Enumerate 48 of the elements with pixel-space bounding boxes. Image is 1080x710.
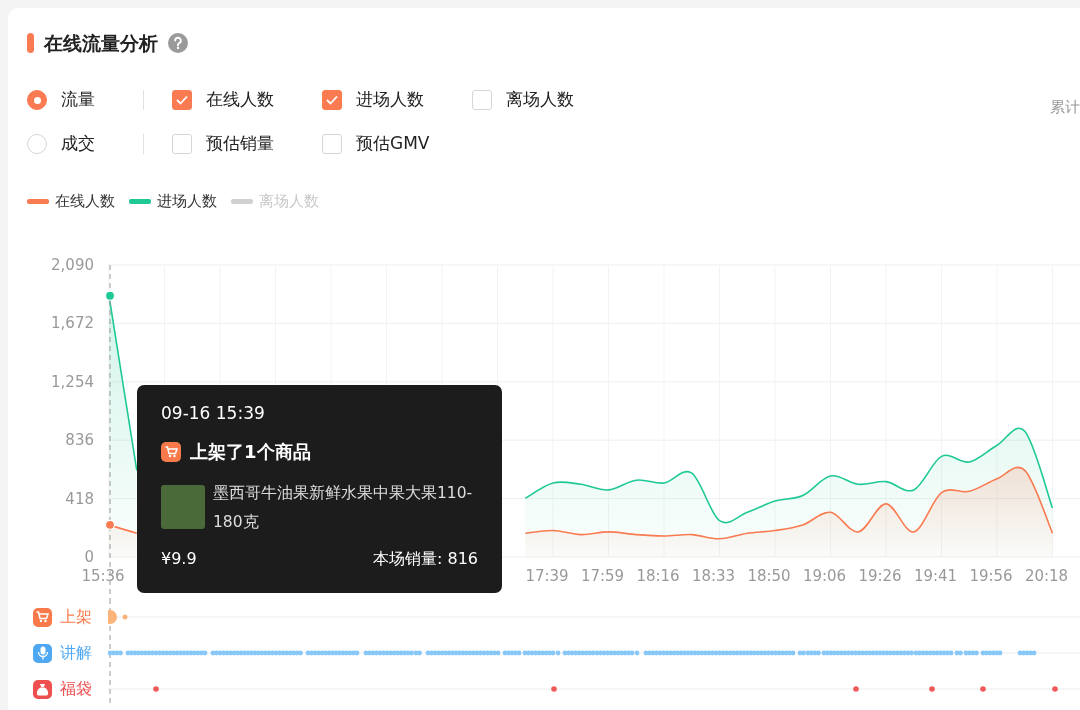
x-axis-label: 18:50 — [747, 567, 791, 585]
y-axis-label: 1,672 — [51, 314, 94, 333]
x-axis-label: 19:06 — [802, 567, 847, 585]
event-label: 上架 — [60, 606, 92, 628]
x-axis-label: 17:59 — [580, 567, 625, 585]
x-axis-label: 19:41 — [913, 567, 958, 585]
x-axis-label: 20:18 — [1024, 567, 1069, 585]
x-axis-label: 18:16 — [636, 567, 680, 585]
option-label[interactable]: 流量 — [61, 87, 95, 113]
product-name: 墨西哥牛油果新鲜水果中果大果110-180克 — [213, 483, 474, 533]
title-accent-bar — [27, 33, 34, 53]
checkbox[interactable] — [322, 90, 342, 110]
panel-title: 在线流量分析 — [44, 30, 158, 56]
x-axis-label: 19:26 — [858, 567, 902, 585]
product-price: ¥9.9 — [161, 548, 197, 570]
checkbox[interactable] — [172, 134, 192, 154]
help-icon[interactable] — [168, 33, 188, 53]
checkbox[interactable] — [172, 90, 192, 110]
option-label[interactable]: 预估销量 — [206, 131, 274, 157]
radio-button[interactable] — [27, 90, 47, 110]
event-label: 讲解 — [60, 642, 92, 664]
checkbox[interactable] — [472, 90, 492, 110]
sales-count: 本场销量: 816 — [373, 548, 478, 570]
x-axis-label: 17:39 — [525, 567, 569, 585]
tooltip-datetime: 09-16 15:39 — [161, 402, 266, 425]
option-label[interactable]: 离场人数 — [506, 87, 574, 113]
check-icon — [176, 95, 188, 105]
product-photo-placeholder — [161, 485, 205, 529]
x-axis-label: 18:33 — [691, 567, 736, 585]
y-axis-label: 1,254 — [51, 372, 94, 391]
event-label: 福袋 — [60, 678, 92, 700]
option-label[interactable]: 预估GMV — [356, 131, 430, 157]
option-label[interactable]: 进场人数 — [356, 87, 424, 113]
y-axis-label: 836 — [65, 431, 94, 450]
tooltip-title: 上架了1个商品 — [190, 440, 311, 464]
x-axis-label: 19:56 — [969, 567, 1013, 585]
y-axis-label: 418 — [65, 489, 94, 508]
check-icon — [326, 95, 338, 105]
cart-icon — [161, 441, 181, 462]
event-markers-drawing — [108, 610, 128, 624]
option-label[interactable]: 成交 — [61, 131, 95, 157]
y-axis-label: 2,090 — [51, 256, 94, 274]
legend-item[interactable]: 进场人数 — [129, 189, 217, 213]
legend-item[interactable]: 在线人数 — [27, 189, 115, 213]
x-axis-label: 15:36 — [81, 567, 125, 585]
option-label[interactable]: 在线人数 — [206, 87, 274, 113]
checkbox[interactable] — [322, 134, 342, 154]
y-axis-label: 0 — [84, 548, 94, 566]
